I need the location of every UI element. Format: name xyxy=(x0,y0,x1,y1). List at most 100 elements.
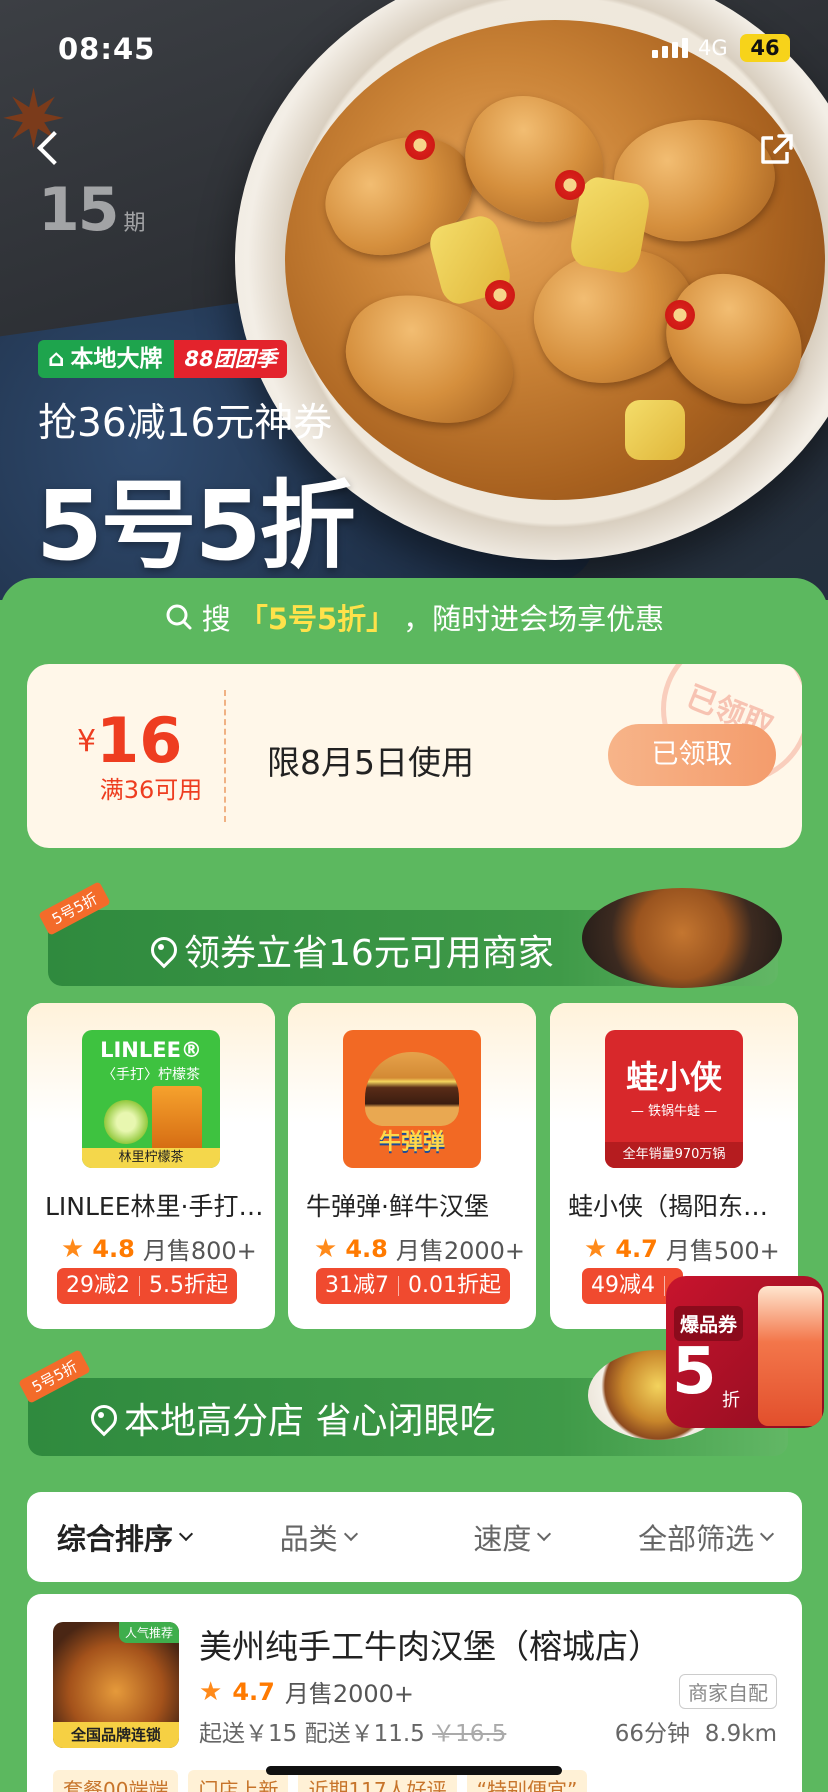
delivery-time: 66分钟 xyxy=(614,1721,691,1747)
sort-comprehensive[interactable]: 综合排序 xyxy=(27,1516,221,1558)
shop-rating: 4.7 xyxy=(232,1677,275,1706)
coupon-card: ¥16 满36可用 限8月5日使用 已领取 已领取 xyxy=(27,664,802,848)
delivery-info: 起送￥15 配送￥11.5 ￥16.5 xyxy=(199,1714,506,1748)
location-pin-icon xyxy=(148,937,174,963)
promo-discount: 49减4 xyxy=(591,1273,655,1298)
logo-foot: 林里柠檬茶 xyxy=(82,1148,220,1168)
logo-subtext: — 铁锅牛蛙 — xyxy=(630,1104,718,1119)
house-icon: ⌂ xyxy=(48,346,65,372)
popular-tag: 人气推荐 xyxy=(118,1622,179,1643)
store-logo: 蛙小侠 — 铁锅牛蛙 — 全年销量970万锅 xyxy=(605,1030,743,1168)
share-icon[interactable] xyxy=(757,130,797,170)
store-sales: 月售800+ xyxy=(142,1237,257,1265)
store-sales: 月售500+ xyxy=(665,1237,780,1265)
float-ad-unit: 折 xyxy=(722,1390,740,1411)
hero-food-image xyxy=(285,20,826,500)
drink-cup-icon xyxy=(152,1086,202,1152)
time-distance: 66分钟 8.9km xyxy=(615,1714,777,1748)
star-icon: ★ xyxy=(584,1233,608,1264)
sort-speed[interactable]: 速度 xyxy=(415,1516,609,1558)
chevron-down-icon xyxy=(537,1526,552,1542)
store-name: 牛弹弹·鲜牛汉堡 xyxy=(306,1192,489,1221)
coupon-condition: 满36可用 xyxy=(99,776,203,804)
coupon-divider xyxy=(224,690,226,822)
search-icon xyxy=(166,604,192,630)
back-button[interactable] xyxy=(30,130,70,170)
star-icon: ★ xyxy=(199,1676,223,1707)
shop-name: 美州纯手工牛肉汉堡（榕城店） xyxy=(199,1627,661,1666)
lemon-icon xyxy=(104,1100,148,1144)
hero-subtitle: 抢36减16元神券 xyxy=(38,401,333,446)
promo-discount: 29减2 xyxy=(66,1273,130,1298)
promo-percent: 5.5折起 xyxy=(149,1273,228,1298)
star-icon: ★ xyxy=(314,1233,338,1264)
delivery-fee: 配送￥11.5 xyxy=(304,1721,425,1747)
store-card[interactable]: LINLEE® 〈手打〉柠檬茶 林里柠檬茶 LINLEE林里·手打柠檬茶 ★4.… xyxy=(27,1003,275,1329)
claimed-button[interactable]: 已领取 xyxy=(608,724,776,786)
section-banner-stores: 5号5折 领券立省16元可用商家 xyxy=(38,881,782,988)
chevron-down-icon xyxy=(760,1526,775,1542)
star-icon: ★ xyxy=(61,1233,85,1264)
min-order: 起送￥15 xyxy=(199,1721,298,1747)
coupon-price: ¥16 xyxy=(77,704,182,777)
store-promo: 29减2 5.5折起 xyxy=(57,1268,237,1304)
battery-icon: 46 xyxy=(740,34,790,62)
store-rating: 4.8 xyxy=(345,1234,388,1263)
store-logo: 牛弹弹 xyxy=(343,1030,481,1168)
store-sales: 月售2000+ xyxy=(395,1237,526,1265)
local-brand-badge: ⌂ 本地大牌 88团团季 xyxy=(38,340,287,378)
burger-icon xyxy=(365,1052,459,1126)
sort-all-filters[interactable]: 全部筛选 xyxy=(608,1516,802,1558)
promo-percent: 0.01折起 xyxy=(408,1273,501,1298)
badge-event-label: 88团团季 xyxy=(174,340,287,378)
coupon-validity: 限8月5日使用 xyxy=(267,743,474,782)
brand-chain-tag: 全国品牌连锁 xyxy=(53,1722,179,1748)
shop-list-item[interactable]: 人气推荐 全国品牌连锁 美州纯手工牛肉汉堡（榕城店） ★ 4.7 月售2000+ 商… xyxy=(27,1594,802,1792)
sort-label: 品类 xyxy=(279,1522,338,1556)
search-tip-suffix: ，随时进会场享优惠 xyxy=(403,602,665,636)
drink-image xyxy=(758,1286,822,1426)
search-tip[interactable]: 搜 「5号5折」 ，随时进会场享优惠 xyxy=(0,596,828,638)
status-time: 08:45 xyxy=(58,32,156,66)
logo-text: 牛弹弹 xyxy=(378,1130,445,1155)
section-title: 领券立省16元可用商家 xyxy=(184,933,554,974)
issue-number: 15 xyxy=(38,175,119,245)
store-card[interactable]: 牛弹弹 牛弹弹·鲜牛汉堡 ★ 4.8 月售2000+ 31减7 0.01折起 xyxy=(288,1003,536,1329)
issue-label: 15 期 xyxy=(38,175,146,245)
badge-local-label: 本地大牌 xyxy=(70,346,163,372)
store-rating: 4.7 xyxy=(615,1234,658,1263)
logo-text: LINLEE® xyxy=(100,1038,202,1062)
hero-title: 5号5折 xyxy=(36,470,356,582)
store-rating: 4.8 xyxy=(92,1234,135,1263)
location-pin-icon xyxy=(88,1405,114,1431)
promo-discount: 31减7 xyxy=(325,1273,389,1298)
shop-thumbnail: 人气推荐 全国品牌连锁 xyxy=(53,1622,179,1748)
chevron-down-icon xyxy=(178,1526,193,1542)
logo-text: 蛙小侠 xyxy=(625,1058,722,1096)
home-indicator[interactable] xyxy=(266,1766,562,1775)
store-logo: LINLEE® 〈手打〉柠檬茶 林里柠檬茶 xyxy=(82,1030,220,1168)
hot-coupon-float-ad[interactable]: 爆品券 5 折 xyxy=(666,1276,824,1428)
shop-sales: 月售2000+ xyxy=(284,1680,415,1708)
coupon-amount: 16 xyxy=(96,704,183,777)
sort-label: 速度 xyxy=(473,1522,532,1556)
logo-subtext: 〈手打〉柠檬茶 xyxy=(102,1067,200,1083)
store-promo: 31减7 0.01折起 xyxy=(316,1268,510,1304)
chevron-down-icon xyxy=(343,1526,358,1542)
sort-label: 全部筛选 xyxy=(638,1522,755,1556)
search-tip-prefix: 搜 xyxy=(201,602,231,636)
float-ad-number: 5 xyxy=(672,1335,717,1409)
original-fee: ￥16.5 xyxy=(432,1721,507,1747)
sort-category[interactable]: 品类 xyxy=(221,1516,415,1558)
distance: 8.9km xyxy=(704,1721,777,1747)
store-name: LINLEE林里·手打柠檬茶 xyxy=(45,1192,267,1221)
section-title: 本地高分店 省心闭眼吃 xyxy=(124,1401,496,1442)
network-type: 4G xyxy=(698,36,728,60)
claypot-image xyxy=(582,888,782,988)
search-tip-keyword: 「5号5折」 xyxy=(238,602,396,636)
logo-foot: 全年销量970万锅 xyxy=(605,1142,743,1168)
sort-filter-bar: 综合排序 品类 速度 全部筛选 xyxy=(27,1492,802,1582)
currency-symbol: ¥ xyxy=(77,724,97,759)
issue-suffix: 期 xyxy=(123,211,146,236)
shop-tag: 套餐00端端 xyxy=(53,1770,179,1792)
